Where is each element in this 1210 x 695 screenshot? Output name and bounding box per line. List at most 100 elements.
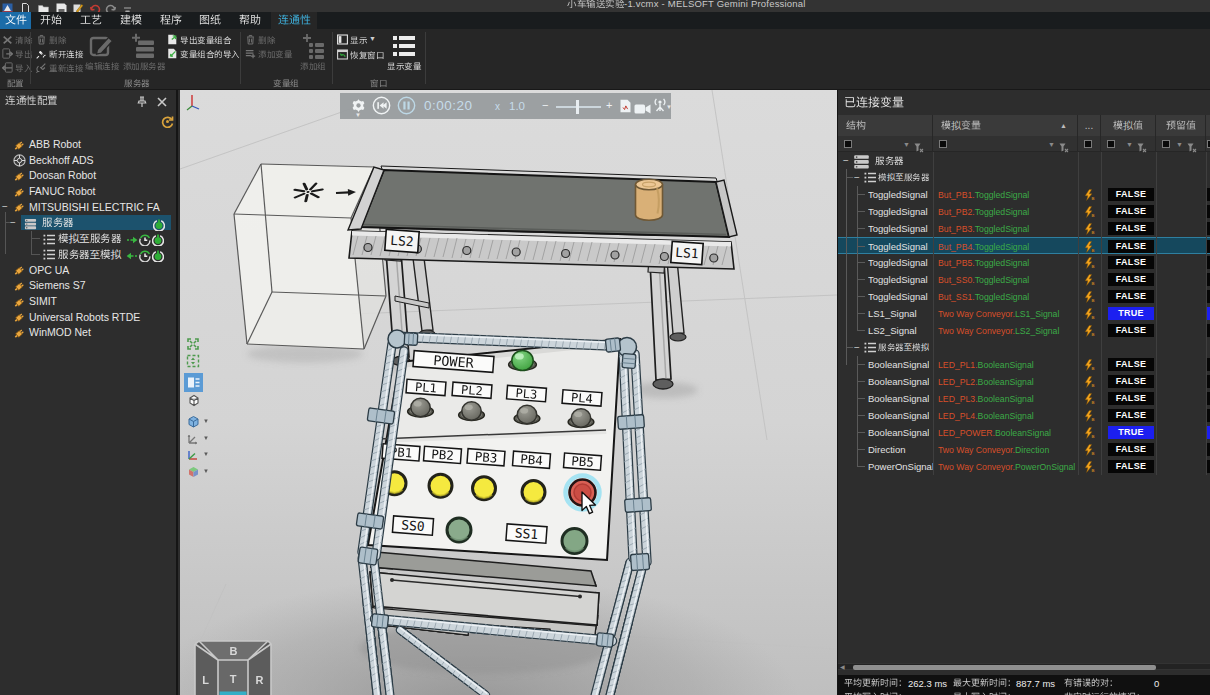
filter-cell[interactable]: ▼ xyxy=(933,136,1078,152)
nav-cube-back-face[interactable]: B xyxy=(230,645,238,657)
sidebar-item-doosan-robot[interactable]: Doosan Robot xyxy=(0,167,178,183)
dropdown-caret-icon[interactable]: ▼ xyxy=(203,418,209,424)
cylinder-workpiece[interactable] xyxy=(636,179,663,220)
tab-1[interactable] xyxy=(33,12,69,29)
variable-row[interactable]: ToggledSignalBut_PB2.ToggledSignalBFALSE xyxy=(838,203,1210,220)
sim-value-pill[interactable]: FALSE xyxy=(1108,409,1154,422)
tab-4[interactable] xyxy=(153,12,189,29)
sim-value-pill[interactable]: TRUE xyxy=(1108,307,1154,320)
refresh-connections-button[interactable] xyxy=(161,114,174,127)
sidebar-item-mitsubishi-electric-fa[interactable]: −MITSUBISHI ELECTRIC FA xyxy=(0,199,178,215)
tab-2[interactable] xyxy=(73,12,109,29)
sidebar-item-服务器[interactable]: − xyxy=(0,215,178,231)
close-panel-button[interactable] xyxy=(156,94,168,106)
variable-row[interactable]: PowerOnSignalTwo Way Conveyor.PowerOnSig… xyxy=(838,458,1210,475)
variable-row[interactable]: LS2_SignalTwo Way Conveyor.LS2_SignalBFA… xyxy=(838,322,1210,339)
3d-viewport[interactable]: LS2 LS1 POWER PL1 PL2 PL3 PL4 PB1 PB2 PB… xyxy=(180,90,837,695)
filter-clear-button[interactable] xyxy=(914,139,924,149)
axes-colored-button[interactable] xyxy=(186,447,201,462)
variable-row[interactable]: −至拟 xyxy=(838,339,1210,356)
filter-mode-icon[interactable] xyxy=(1084,140,1092,148)
playback-record-video-button[interactable] xyxy=(634,101,651,113)
sim-value-pill[interactable]: TRUE xyxy=(1108,426,1154,439)
column-header-sim-variable[interactable]: 拟▲ xyxy=(933,115,1078,136)
sidebar-item-universal-robots-rtde[interactable]: Universal Robots RTDE xyxy=(0,309,178,325)
nav-cube-top-face[interactable]: T xyxy=(230,673,237,685)
pin-panel-button[interactable] xyxy=(136,94,148,106)
tree-collapse-icon[interactable]: − xyxy=(854,169,862,186)
save-as-icon[interactable] xyxy=(73,0,84,11)
filter-cell[interactable]: ▼ xyxy=(1156,136,1206,152)
ribbon-import-variable-group-button[interactable] xyxy=(167,47,237,61)
column-header-structure[interactable] xyxy=(838,115,933,136)
tab-3[interactable] xyxy=(113,12,149,29)
app-logo-icon[interactable] xyxy=(2,0,13,11)
zoom-extents-button[interactable] xyxy=(186,337,201,352)
filter-cell[interactable]: ▼ xyxy=(1101,136,1156,152)
filter-caret-icon[interactable]: ▼ xyxy=(1048,141,1055,148)
pb3-button-yellow[interactable] xyxy=(473,477,496,500)
playback-settings-button[interactable] xyxy=(351,98,366,113)
variable-row[interactable]: ToggledSignalBut_PB3.ToggledSignalBFALSE xyxy=(838,220,1210,237)
sim-value-pill[interactable]: FALSE xyxy=(1108,443,1154,456)
variable-row[interactable]: LS1_SignalTwo Way Conveyor.LS1_SignalBTR… xyxy=(838,305,1210,322)
variable-row[interactable]: BooleanSignalLED_PL4.BooleanSignalBFALSE xyxy=(838,407,1210,424)
variable-row[interactable]: ToggledSignalBut_SS0.ToggledSignalBFALSE xyxy=(838,271,1210,288)
tab-6[interactable] xyxy=(232,12,268,29)
sidebar-item-服务器至模拟[interactable]: 至拟 xyxy=(0,246,178,262)
zoom-fit-button[interactable] xyxy=(186,354,201,369)
sim-value-pill[interactable]: FALSE xyxy=(1108,460,1154,473)
sim-value-pill[interactable]: FALSE xyxy=(1108,256,1154,269)
tab-0[interactable] xyxy=(0,12,31,29)
sim-value-pill[interactable]: FALSE xyxy=(1108,392,1154,405)
shaded-cube-button[interactable] xyxy=(186,414,201,429)
scroll-left-arrow-icon[interactable]: ◀ xyxy=(840,664,845,670)
filter-clear-button[interactable] xyxy=(1187,139,1197,149)
sim-value-pill[interactable]: FALSE xyxy=(1108,358,1154,371)
customize-dropdown-icon[interactable] xyxy=(122,0,133,11)
filter-mode-icon[interactable] xyxy=(1107,140,1115,148)
playback-rewind-button[interactable] xyxy=(372,96,391,115)
variable-row[interactable]: DirectionTwo Way Conveyor.DirectionBFALS… xyxy=(838,441,1210,458)
axes-gray-button[interactable] xyxy=(186,431,201,446)
sim-value-pill[interactable]: FALSE xyxy=(1108,222,1154,235)
nav-cube-right-face[interactable]: R xyxy=(256,674,264,686)
undo-icon[interactable] xyxy=(90,0,101,11)
sim-value-pill[interactable]: FALSE xyxy=(1108,290,1154,303)
variable-row[interactable]: BooleanSignalLED_PL2.BooleanSignalBFALSE xyxy=(838,373,1210,390)
sim-value-pill[interactable]: FALSE xyxy=(1108,205,1154,218)
ribbon-add-group-button[interactable] xyxy=(295,32,331,76)
variables-hscrollbar[interactable]: ◀ xyxy=(838,663,1210,670)
filter-cell[interactable]: ▼ xyxy=(838,136,933,152)
sidebar-item-beckhoff-ads[interactable]: Beckhoff ADS xyxy=(0,152,178,168)
sim-value-pill[interactable]: FALSE xyxy=(1108,273,1154,286)
ribbon-display-button[interactable]: ▼ xyxy=(337,33,373,47)
save-icon[interactable] xyxy=(56,0,67,11)
playback-speed-minus-button[interactable]: − xyxy=(542,99,548,111)
sidebar-item-fanuc-robot[interactable]: FANUC Robot xyxy=(0,183,178,199)
variable-row[interactable]: BooleanSignalLED_PL3.BooleanSignalBFALSE xyxy=(838,390,1210,407)
column-header-connection[interactable]: ... xyxy=(1078,115,1101,136)
sidebar-item-abb-robot[interactable]: ABB Robot xyxy=(0,136,178,152)
variable-row[interactable]: ToggledSignalBut_PB5.ToggledSignalBFALSE xyxy=(838,254,1210,271)
dropdown-caret-icon[interactable]: ▼ xyxy=(203,451,209,457)
pb2-button-yellow[interactable] xyxy=(429,474,452,497)
filter-mode-icon[interactable] xyxy=(1162,140,1170,148)
filter-clear-button[interactable] xyxy=(1059,139,1069,149)
filter-caret-icon[interactable]: ▼ xyxy=(1126,141,1133,148)
pb4-button-yellow[interactable] xyxy=(522,481,545,504)
dropdown-caret-icon[interactable]: ▼ xyxy=(203,468,209,474)
sim-value-pill[interactable]: FALSE xyxy=(1108,240,1154,253)
variable-row[interactable]: BooleanSignalLED_PL1.BooleanSignalBFALSE xyxy=(838,356,1210,373)
ribbon-export-variable-group-button[interactable] xyxy=(167,33,237,47)
sidebar-item-simit[interactable]: SIMIT xyxy=(0,293,178,309)
ss1-selector-button[interactable] xyxy=(562,529,587,554)
column-header-reserved-value[interactable] xyxy=(1156,115,1206,136)
playback-broadcast-button[interactable] xyxy=(653,98,667,112)
open-file-icon[interactable] xyxy=(38,0,49,11)
sidebar-item-模拟至服务器[interactable]: 拟至 xyxy=(0,230,178,246)
column-header-sim-value[interactable]: 拟 xyxy=(1101,115,1156,136)
tab-5[interactable] xyxy=(192,12,228,29)
variable-row[interactable]: ToggledSignalBut_PB4.ToggledSignalBFALSE xyxy=(838,237,1210,254)
new-document-icon[interactable] xyxy=(20,0,31,11)
